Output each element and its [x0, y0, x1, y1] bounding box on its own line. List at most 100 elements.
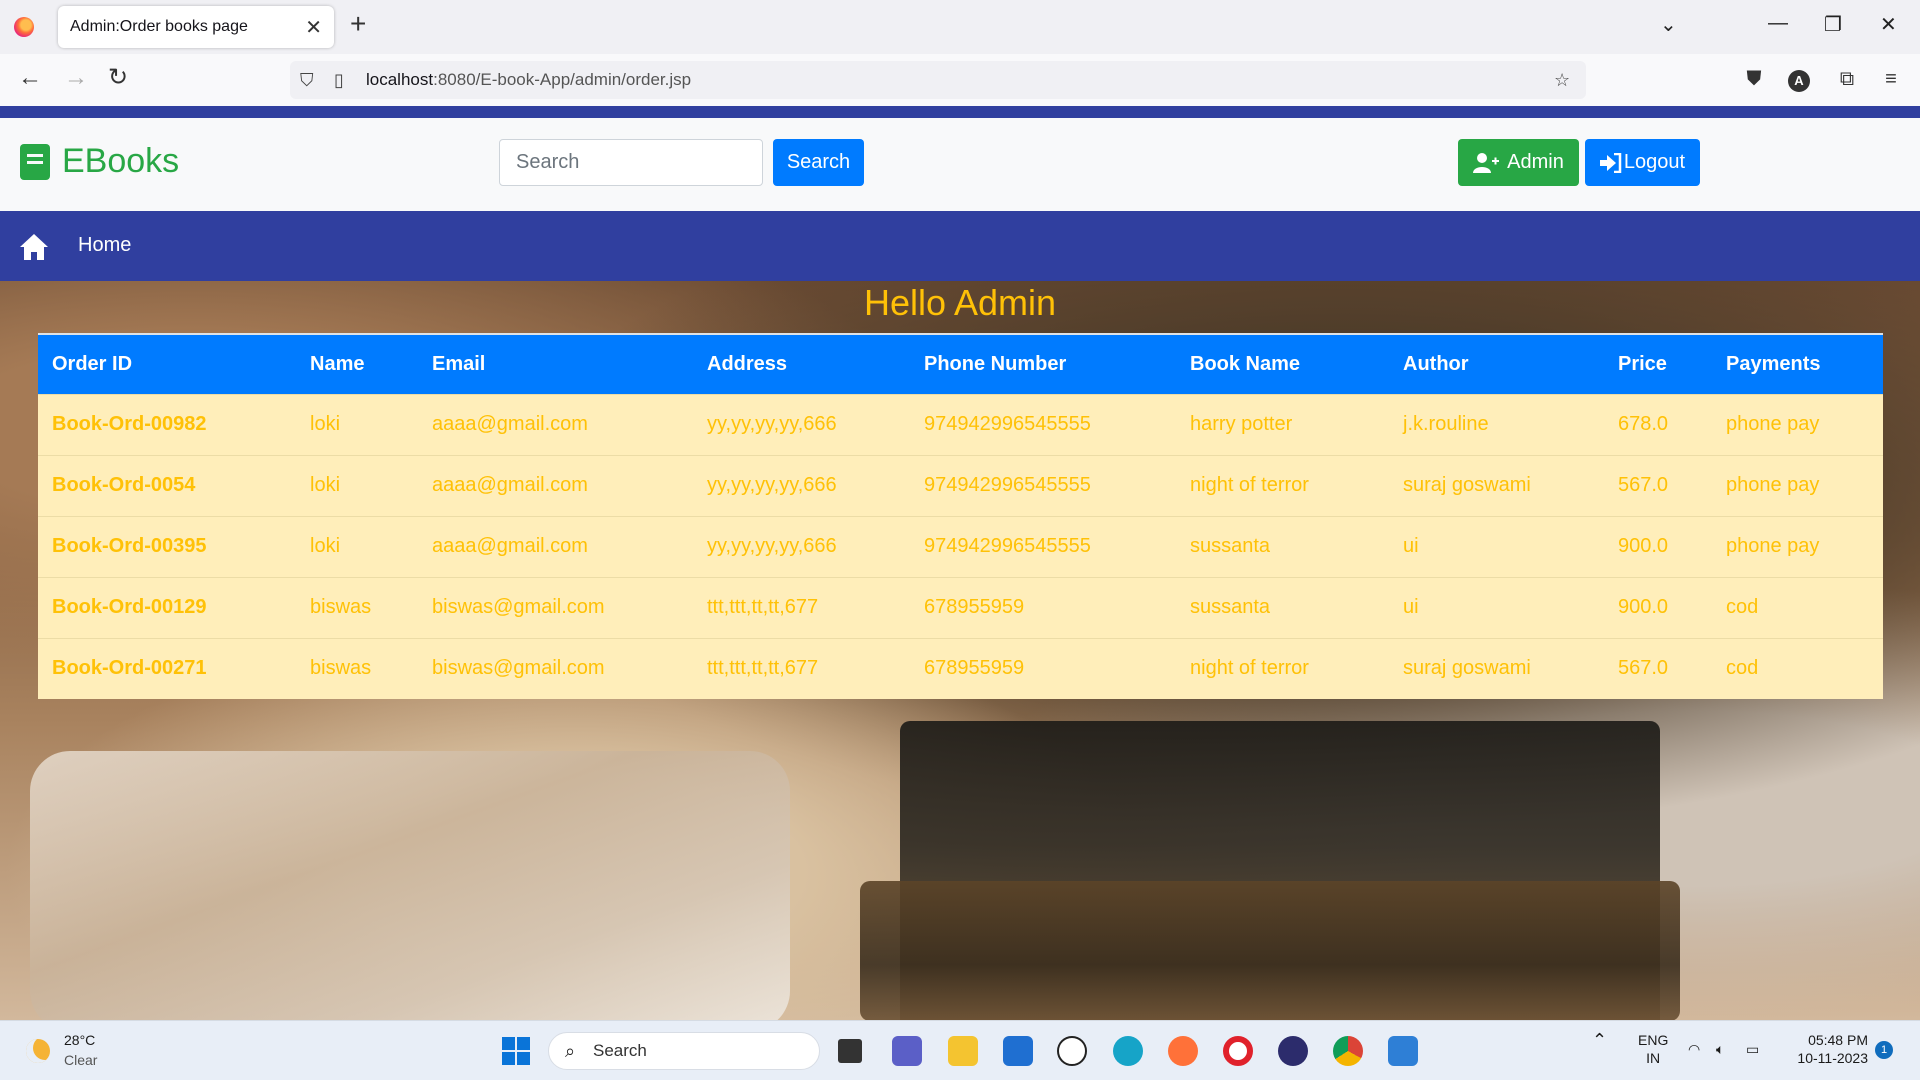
column-header: Address: [707, 352, 788, 375]
column-header: Email: [432, 352, 486, 375]
extensions-icon[interactable]: ⧉: [1836, 68, 1858, 90]
volume-icon[interactable]: 🔈︎: [1716, 1040, 1724, 1058]
phone-cell: 974942996545555: [924, 413, 1091, 435]
greeting-heading: Hello Admin: [863, 282, 1057, 323]
book-icon: [20, 143, 50, 180]
author-cell: suraj goswami: [1403, 474, 1531, 496]
phone-cell: 974942996545555: [924, 474, 1091, 496]
file-explorer-icon[interactable]: [948, 1036, 978, 1066]
phone-cell: 678955959: [924, 596, 1025, 618]
bookmark-star-icon[interactable]: ☆: [1554, 70, 1570, 91]
list-tabs-icon[interactable]: ⌄: [1660, 12, 1677, 37]
dell-icon[interactable]: [1057, 1036, 1087, 1066]
url-host: localhost: [366, 70, 434, 89]
browser-tab-bar: Admin:Order books page ✕ + ⌄ — ❐ ✕: [0, 0, 1920, 54]
admin-button[interactable]: Admin: [1458, 139, 1579, 186]
clock-time: 05:48 PM: [1808, 1032, 1868, 1048]
address-cell: yy,yy,yy,yy,666: [707, 535, 837, 557]
top-stripe: [0, 106, 1920, 118]
table-header-row: Order ID Name Email Address Phone Number…: [38, 334, 1883, 394]
search-button[interactable]: Search: [773, 139, 864, 186]
name-cell: biswas: [310, 657, 372, 680]
back-icon[interactable]: ←: [18, 66, 42, 90]
browser-tab[interactable]: Admin:Order books page ✕: [58, 6, 334, 48]
table-row: Book-Ord-0054 loki aaaa@gmail.com yy,yy,…: [38, 455, 1883, 516]
tab-title: Admin:Order books page: [70, 18, 248, 35]
clock[interactable]: 05:48 PM 10-11-2023: [1784, 1031, 1868, 1067]
wifi-icon[interactable]: ◠: [1688, 1040, 1700, 1058]
price-cell: 900.0: [1618, 535, 1669, 557]
price-cell: 567.0: [1618, 657, 1669, 680]
sign-in-icon: [1599, 152, 1622, 173]
new-tab-icon[interactable]: +: [350, 10, 366, 38]
minimize-icon[interactable]: —: [1768, 12, 1788, 35]
opera-icon[interactable]: [1223, 1036, 1253, 1066]
user-plus-icon: [1473, 152, 1500, 173]
address-bar[interactable]: ⛉ ▯ localhost:8080/E-book-App/admin/orde…: [290, 61, 1586, 99]
phone-cell: 974942996545555: [924, 535, 1091, 557]
show-hidden-icons-icon[interactable]: ⌃: [1592, 1031, 1607, 1049]
windows-start-icon[interactable]: [502, 1037, 530, 1065]
table-row: Book-Ord-00395 loki aaaa@gmail.com yy,yy…: [38, 516, 1883, 577]
brand-logo[interactable]: EBooks: [20, 142, 179, 181]
firefox-taskbar-icon[interactable]: [1168, 1036, 1198, 1066]
column-header: Book Name: [1190, 352, 1301, 375]
firefox-icon: [14, 17, 34, 37]
table-row: Book-Ord-00982 loki aaaa@gmail.com yy,yy…: [38, 394, 1883, 455]
language-indicator[interactable]: ENG IN: [1638, 1031, 1668, 1067]
payment-cell: phone pay: [1726, 413, 1820, 435]
clock-date: 10-11-2023: [1797, 1050, 1868, 1066]
photos-icon[interactable]: [1388, 1036, 1418, 1066]
weather-condition[interactable]: Clear: [64, 1052, 97, 1068]
shield-icon[interactable]: ⛉: [300, 70, 314, 91]
order-id-cell: Book-Ord-00129: [52, 596, 207, 618]
price-cell: 567.0: [1618, 474, 1669, 496]
payment-cell: cod: [1726, 596, 1759, 618]
author-cell: j.k.rouline: [1403, 413, 1489, 435]
column-header: Price: [1618, 352, 1667, 375]
logout-button[interactable]: Logout: [1585, 139, 1700, 186]
main-nav: Home: [0, 211, 1920, 281]
windows-taskbar: 28°C Clear ⌕ Search ⌃ ENG IN ◠ 🔈︎ ▭ 05:4…: [0, 1020, 1920, 1080]
region-code: IN: [1646, 1050, 1661, 1066]
edge-icon[interactable]: [1113, 1036, 1143, 1066]
search-button-label: Search: [786, 151, 851, 173]
payment-cell: cod: [1726, 657, 1759, 680]
column-header: Order ID: [52, 352, 133, 375]
column-header: Author: [1403, 352, 1469, 375]
address-cell: ttt,ttt,tt,tt,677: [707, 596, 819, 618]
task-view-icon[interactable]: [838, 1039, 862, 1063]
notification-badge[interactable]: 1: [1875, 1041, 1893, 1059]
menu-icon[interactable]: ≡: [1880, 68, 1902, 90]
reload-icon[interactable]: ↻: [108, 66, 128, 90]
eclipse-icon[interactable]: [1278, 1036, 1308, 1066]
teams-icon[interactable]: [892, 1036, 922, 1066]
order-id-cell: Book-Ord-0054: [52, 474, 196, 496]
name-cell: loki: [310, 413, 341, 435]
home-icon[interactable]: [20, 234, 48, 260]
web-page: EBooks Search Admin Logout Home: [0, 106, 1920, 1020]
battery-icon[interactable]: ▭: [1746, 1040, 1759, 1058]
weather-temperature[interactable]: 28°C: [64, 1032, 95, 1048]
chrome-icon[interactable]: [1333, 1036, 1363, 1066]
close-window-icon[interactable]: ✕: [1880, 12, 1897, 37]
admin-button-label: Admin: [1507, 151, 1564, 173]
column-header: Payments: [1726, 352, 1821, 375]
author-cell: suraj goswami: [1403, 657, 1531, 680]
account-icon[interactable]: A: [1788, 70, 1810, 92]
nav-home-link[interactable]: Home: [78, 234, 131, 257]
address-cell: yy,yy,yy,yy,666: [707, 413, 837, 435]
pocket-icon[interactable]: ⛊: [1743, 68, 1765, 90]
forward-icon[interactable]: →: [64, 66, 88, 90]
email-cell: biswas@gmail.com: [432, 657, 605, 680]
moon-icon[interactable]: [26, 1039, 50, 1063]
order-id-cell: Book-Ord-00271: [52, 657, 207, 680]
search-input[interactable]: [499, 139, 763, 186]
taskbar-search[interactable]: ⌕ Search: [548, 1032, 820, 1070]
close-tab-icon[interactable]: ✕: [305, 15, 322, 40]
table-row: Book-Ord-00129 biswas biswas@gmail.com t…: [38, 577, 1883, 638]
store-icon[interactable]: [1003, 1036, 1033, 1066]
email-cell: biswas@gmail.com: [432, 596, 605, 618]
address-cell: yy,yy,yy,yy,666: [707, 474, 837, 496]
restore-icon[interactable]: ❐: [1824, 12, 1842, 37]
